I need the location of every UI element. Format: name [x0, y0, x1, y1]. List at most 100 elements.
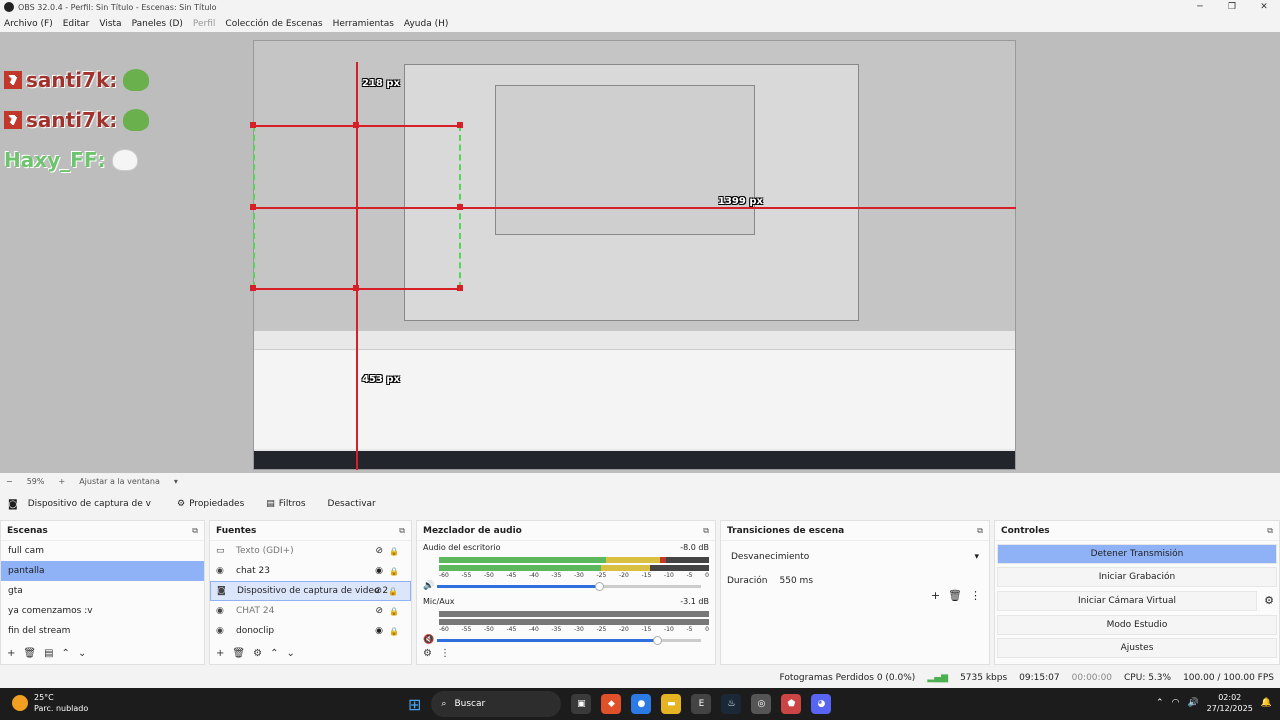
volume-slider[interactable] [437, 635, 701, 645]
volume-slider[interactable] [437, 581, 701, 591]
undock-icon[interactable]: ⧉ [703, 526, 709, 536]
undock-icon[interactable]: ⧉ [1267, 526, 1273, 536]
system-tray: ⌃ ◠ 🔊 02:02 27/12/2025 🔔 [1156, 692, 1272, 714]
source-list: ▭ Texto (GDI+) ⊘ 🔒 ◉ chat 23 ◉ 🔒 ◙ Dispo… [210, 541, 411, 641]
resize-handle[interactable] [250, 122, 256, 128]
menu-scene-collection[interactable]: Colección de Escenas [225, 19, 322, 29]
stop-stream-button[interactable]: Detener Transmisión [997, 544, 1277, 564]
menu-profile[interactable]: Perfil [193, 19, 216, 29]
zoom-fit-select[interactable]: Ajustar a la ventana [79, 477, 160, 486]
filter-icon[interactable]: ▤ [44, 648, 53, 659]
add-icon[interactable]: + [931, 589, 940, 602]
lock-icon[interactable]: 🔒 [388, 587, 398, 596]
scene-item[interactable]: ya comenzamos :v [1, 601, 204, 621]
transition-select[interactable]: Desvanecimiento ▾ [727, 547, 983, 567]
chevron-up-icon[interactable]: ⌃ [62, 648, 70, 659]
source-item[interactable]: ◙ Dispositivo de captura de video 2 ⊘ 🔒 [210, 581, 411, 601]
eye-hidden-icon[interactable]: ⊘ [375, 606, 383, 616]
scene-item[interactable]: full cam [1, 541, 204, 561]
more-icon[interactable]: ⋮ [440, 648, 450, 659]
preview-canvas[interactable]: 7 santi7k: 7 santi7k: Haxy_FF: 218 px 13… [0, 32, 1280, 473]
brave-icon[interactable]: ◆ [601, 694, 622, 714]
menu-docks[interactable]: Paneles (D) [132, 19, 183, 29]
add-icon[interactable]: + [216, 648, 224, 659]
studio-mode-button[interactable]: Modo Estudio [997, 615, 1277, 635]
chevron-down-icon[interactable]: ⌄ [78, 648, 86, 659]
source-item[interactable]: ◉ donoclip ◉ 🔒 [210, 621, 411, 641]
clock[interactable]: 02:02 27/12/2025 [1207, 692, 1253, 714]
add-icon[interactable]: + [7, 648, 15, 659]
eye-hidden-icon[interactable]: ⊘ [375, 546, 383, 556]
mixer-settings-icon[interactable]: ⚙ [423, 648, 432, 659]
eye-icon[interactable]: ◉ [375, 626, 383, 636]
notification-icon[interactable]: 🔔 [1261, 698, 1272, 708]
lock-icon[interactable]: 🔒 [389, 567, 399, 576]
undock-icon[interactable]: ⧉ [977, 526, 983, 536]
steam-icon[interactable]: ♨ [721, 694, 742, 714]
zoom-out-icon[interactable]: − [6, 477, 13, 486]
trash-icon[interactable]: 🗑 [948, 589, 962, 602]
windows-start-icon[interactable]: ⊞ [408, 695, 421, 714]
menu-tools[interactable]: Herramientas [333, 19, 394, 29]
undock-icon[interactable]: ⧉ [399, 526, 405, 536]
menu-view[interactable]: Vista [99, 19, 121, 29]
more-icon[interactable]: ⋮ [970, 589, 981, 602]
trash-icon[interactable]: 🗑 [232, 648, 245, 659]
lock-icon[interactable]: 🔒 [389, 547, 399, 556]
resize-handle[interactable] [250, 204, 256, 210]
duration-row: Duración 550 ms [727, 571, 983, 591]
source-item[interactable]: ◉ CHAT 24 ⊘ 🔒 [210, 601, 411, 621]
taskbar-search[interactable]: ⌕ Buscar [431, 691, 562, 717]
trash-icon[interactable]: 🗑 [23, 648, 36, 659]
maximize-button[interactable]: ❐ [1216, 0, 1248, 14]
eye-icon[interactable]: ◉ [375, 566, 383, 576]
minimize-button[interactable]: ─ [1184, 0, 1216, 14]
discord-icon[interactable]: ◕ [811, 694, 832, 714]
menu-help[interactable]: Ayuda (H) [404, 19, 448, 29]
properties-button[interactable]: ⚙ Propiedades [169, 496, 252, 512]
scene-item[interactable]: fin del stream [1, 621, 204, 641]
resize-handle[interactable] [250, 285, 256, 291]
app-icon[interactable]: ⬟ [781, 694, 802, 714]
chevron-down-icon[interactable]: ⌄ [286, 648, 294, 659]
source-item[interactable]: ◉ chat 23 ◉ 🔒 [210, 561, 411, 581]
zoom-in-icon[interactable]: + [58, 477, 65, 486]
lock-icon[interactable]: 🔒 [389, 607, 399, 616]
resize-handle[interactable] [353, 285, 359, 291]
settings-button[interactable]: Ajustes [997, 638, 1277, 658]
epic-icon[interactable]: E [691, 694, 712, 714]
chevron-up-icon[interactable]: ⌃ [1156, 698, 1164, 708]
weather-widget[interactable]: 25°C Parc. nublado [12, 692, 88, 714]
volume-icon[interactable]: 🔊 [1187, 698, 1198, 708]
resize-handle[interactable] [457, 122, 463, 128]
duration-input[interactable]: 550 ms [780, 576, 814, 586]
source-name: donoclip [236, 626, 275, 636]
resize-handle[interactable] [457, 285, 463, 291]
eye-hidden-icon[interactable]: ⊘ [374, 586, 382, 596]
chevron-down-icon[interactable]: ▾ [174, 477, 178, 486]
menu-file[interactable]: Archivo (F) [4, 19, 53, 29]
resize-handle[interactable] [457, 204, 463, 210]
undock-icon[interactable]: ⧉ [192, 526, 198, 536]
chevron-up-icon[interactable]: ⌃ [270, 648, 278, 659]
start-recording-button[interactable]: Iniciar Grabación [997, 567, 1277, 587]
speaker-icon[interactable]: 🔊 [423, 581, 437, 591]
gear-icon[interactable]: ⚙ [1259, 594, 1279, 607]
scene-item[interactable]: gta [1, 581, 204, 601]
task-view-icon[interactable]: ▣ [571, 694, 592, 714]
source-item[interactable]: ▭ Texto (GDI+) ⊘ 🔒 [210, 541, 411, 561]
chrome-icon[interactable]: ● [631, 694, 652, 714]
menu-edit[interactable]: Editar [63, 19, 90, 29]
deactivate-button[interactable]: Desactivar [320, 496, 384, 512]
start-virtual-camera-button[interactable]: Iniciar Cámara Virtual [997, 591, 1257, 611]
lock-icon[interactable]: 🔒 [389, 627, 399, 636]
wifi-icon[interactable]: ◠ [1172, 698, 1180, 708]
gear-icon[interactable]: ⚙ [253, 648, 262, 659]
folder-icon[interactable]: ▬ [661, 694, 682, 714]
resize-handle[interactable] [353, 122, 359, 128]
filters-button[interactable]: ▤ Filtros [258, 496, 313, 512]
scene-item[interactable]: pantalla [1, 561, 204, 581]
obs-icon[interactable]: ◎ [751, 694, 772, 714]
captured-screen[interactable] [253, 40, 1016, 470]
close-button[interactable]: ✕ [1248, 0, 1280, 14]
